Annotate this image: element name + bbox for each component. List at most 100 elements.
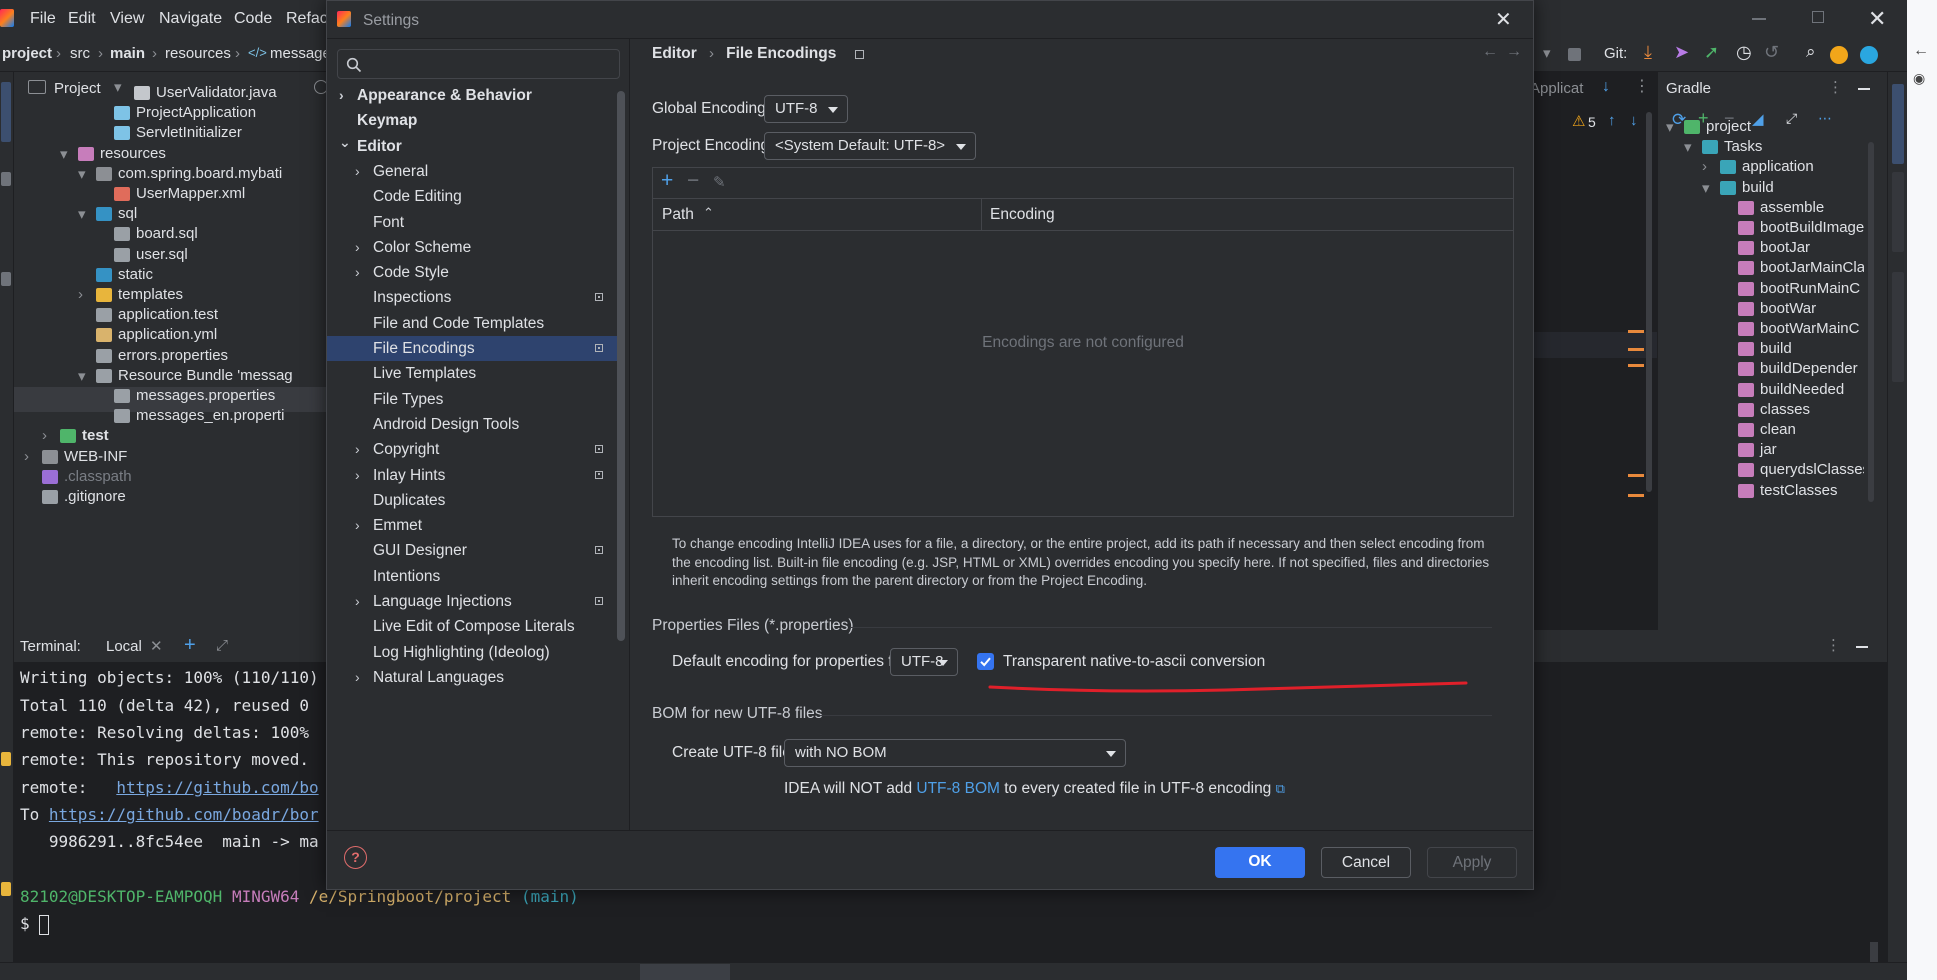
- error-stripe-mark[interactable]: [1628, 494, 1644, 497]
- nav-item-android-design-tools[interactable]: Android Design Tools: [327, 412, 617, 437]
- arrow-down-icon[interactable]: ↓: [1602, 78, 1610, 96]
- nav-item-general[interactable]: › General: [327, 159, 617, 184]
- hide-panel-icon[interactable]: [1856, 646, 1868, 648]
- globe-icon[interactable]: ◉: [1913, 70, 1925, 87]
- nav-item-live-edit-of-compose-literals[interactable]: Live Edit of Compose Literals: [327, 614, 617, 639]
- forward-icon[interactable]: →: [1506, 43, 1522, 61]
- nav-item-file-and-code-templates[interactable]: File and Code Templates: [327, 311, 617, 336]
- close-icon[interactable]: ✕: [1495, 7, 1512, 32]
- breadcrumb-editor[interactable]: Editor: [652, 45, 697, 62]
- more-vertical-icon[interactable]: ⋮: [1828, 78, 1843, 96]
- terminal-link[interactable]: https://github.com/bo: [116, 778, 318, 797]
- project-tree-item[interactable]: messages_en.properti: [114, 407, 284, 432]
- ok-button[interactable]: OK: [1215, 847, 1305, 878]
- chevron-down-icon[interactable]: ▾: [1702, 179, 1710, 197]
- gradle-tool-button[interactable]: [1892, 84, 1904, 164]
- chevron-right-icon[interactable]: ›: [1702, 158, 1707, 175]
- stop-icon[interactable]: [1568, 48, 1581, 61]
- project-tree-item[interactable]: .gitignore: [42, 488, 126, 513]
- menu-view[interactable]: View: [110, 10, 144, 28]
- nav-item-inspections[interactable]: Inspections: [327, 285, 617, 310]
- bookmarks-tool-button[interactable]: [1, 882, 11, 896]
- error-stripe-mark[interactable]: [1628, 364, 1644, 367]
- nav-item-live-templates[interactable]: Live Templates: [327, 361, 617, 386]
- cancel-button[interactable]: Cancel: [1321, 847, 1411, 878]
- nav-item-language-injections[interactable]: › Language Injections: [327, 589, 617, 614]
- breadcrumb-project[interactable]: project: [2, 45, 52, 62]
- global-encoding-select[interactable]: UTF-8: [764, 95, 848, 123]
- column-divider[interactable]: [981, 199, 982, 230]
- git-rollback-icon[interactable]: ↺: [1764, 42, 1779, 63]
- back-icon[interactable]: ←: [1482, 43, 1498, 61]
- menu-edit[interactable]: Edit: [68, 10, 96, 28]
- nav-item-natural-languages[interactable]: › Natural Languages: [327, 665, 617, 690]
- chevron-right-icon[interactable]: ›: [24, 448, 29, 465]
- project-panel-title[interactable]: Project: [54, 80, 101, 97]
- nav-item-intentions[interactable]: Intentions: [327, 564, 617, 589]
- help-icon[interactable]: ?: [344, 846, 367, 869]
- gradle-task-item[interactable]: testClasses: [1738, 482, 1864, 507]
- chevron-right-icon[interactable]: ›: [355, 260, 360, 285]
- nav-item-color-scheme[interactable]: › Color Scheme: [327, 235, 617, 260]
- settings-search-input[interactable]: [337, 49, 620, 79]
- menu-refactor[interactable]: Refac: [286, 10, 328, 28]
- error-stripe-mark[interactable]: [1628, 474, 1644, 477]
- utf8-bom-link[interactable]: UTF-8 BOM: [916, 780, 1000, 797]
- nav-item-code-editing[interactable]: Code Editing: [327, 184, 617, 209]
- back-icon[interactable]: ←: [1913, 42, 1929, 60]
- git-push-icon[interactable]: ➚: [1704, 42, 1719, 63]
- nav-item-file-encodings[interactable]: File Encodings: [327, 336, 617, 361]
- nav-item-code-style[interactable]: › Code Style: [327, 260, 617, 285]
- close-tab-icon[interactable]: ✕: [150, 637, 163, 655]
- key-promoter-tool-button[interactable]: [1892, 272, 1904, 382]
- chevron-right-icon[interactable]: ›: [355, 463, 360, 488]
- nav-item-appearance-behavior[interactable]: › Appearance & Behavior: [327, 83, 617, 108]
- chevron-down-icon[interactable]: ▾: [78, 367, 86, 385]
- hide-panel-icon[interactable]: [1858, 88, 1870, 90]
- column-path[interactable]: Path: [662, 206, 694, 224]
- breadcrumb-main[interactable]: main: [110, 45, 145, 62]
- restore-window-button[interactable]: [1812, 11, 1824, 23]
- warning-icon[interactable]: ⚠: [1572, 112, 1585, 130]
- nav-item-copyright[interactable]: › Copyright: [327, 437, 617, 462]
- new-terminal-icon[interactable]: +: [184, 634, 196, 657]
- column-encoding[interactable]: Encoding: [990, 206, 1055, 224]
- nav-item-keymap[interactable]: Keymap: [327, 108, 617, 133]
- nav-item-editor[interactable]: ⌄ Editor: [327, 134, 617, 159]
- more-vertical-icon[interactable]: ⋮: [1826, 636, 1841, 654]
- nav-item-font[interactable]: Font: [327, 210, 617, 235]
- editor-scrollbar[interactable]: [1646, 112, 1652, 492]
- menu-file[interactable]: File: [30, 10, 56, 28]
- git-commit-icon[interactable]: ➤: [1674, 42, 1689, 63]
- nav-item-file-types[interactable]: File Types: [327, 387, 617, 412]
- update-icon[interactable]: [1830, 46, 1848, 64]
- chevron-right-icon[interactable]: ›: [339, 83, 344, 108]
- more-vertical-icon[interactable]: ⋮: [1634, 76, 1650, 96]
- terminal-scrollbar[interactable]: [1870, 942, 1878, 962]
- database-tool-button[interactable]: [1892, 172, 1904, 252]
- gradle-scrollbar[interactable]: [1868, 142, 1874, 502]
- next-highlight-icon[interactable]: ↓: [1630, 112, 1638, 129]
- apply-button[interactable]: Apply: [1427, 847, 1517, 878]
- nav-scrollbar[interactable]: [617, 91, 625, 641]
- breadcrumb-src[interactable]: src: [70, 45, 90, 62]
- create-utf8-select[interactable]: with NO BOM: [784, 739, 1126, 767]
- transparent-conversion-checkbox[interactable]: [977, 653, 994, 670]
- terminal-input-line[interactable]: $: [20, 914, 50, 935]
- chevron-right-icon[interactable]: ›: [355, 159, 360, 184]
- chevron-right-icon[interactable]: ›: [42, 427, 47, 444]
- remove-icon[interactable]: −: [687, 169, 699, 193]
- add-icon[interactable]: +: [661, 169, 673, 193]
- prev-highlight-icon[interactable]: ↑: [1608, 112, 1616, 129]
- close-window-button[interactable]: ✕: [1868, 6, 1886, 32]
- default-props-encoding-select[interactable]: UTF-8: [890, 648, 958, 676]
- error-stripe-mark[interactable]: [1628, 330, 1644, 333]
- nav-item-emmet[interactable]: › Emmet: [327, 513, 617, 538]
- chevron-right-icon[interactable]: ›: [355, 665, 360, 690]
- menu-code[interactable]: Code: [234, 10, 272, 28]
- nav-item-inlay-hints[interactable]: › Inlay Hints: [327, 463, 617, 488]
- terminal-tab-local[interactable]: Local: [106, 638, 142, 655]
- error-stripe-mark[interactable]: [1628, 348, 1644, 351]
- commit-tool-button[interactable]: [1, 172, 11, 186]
- chevron-down-icon[interactable]: ▾: [78, 165, 86, 183]
